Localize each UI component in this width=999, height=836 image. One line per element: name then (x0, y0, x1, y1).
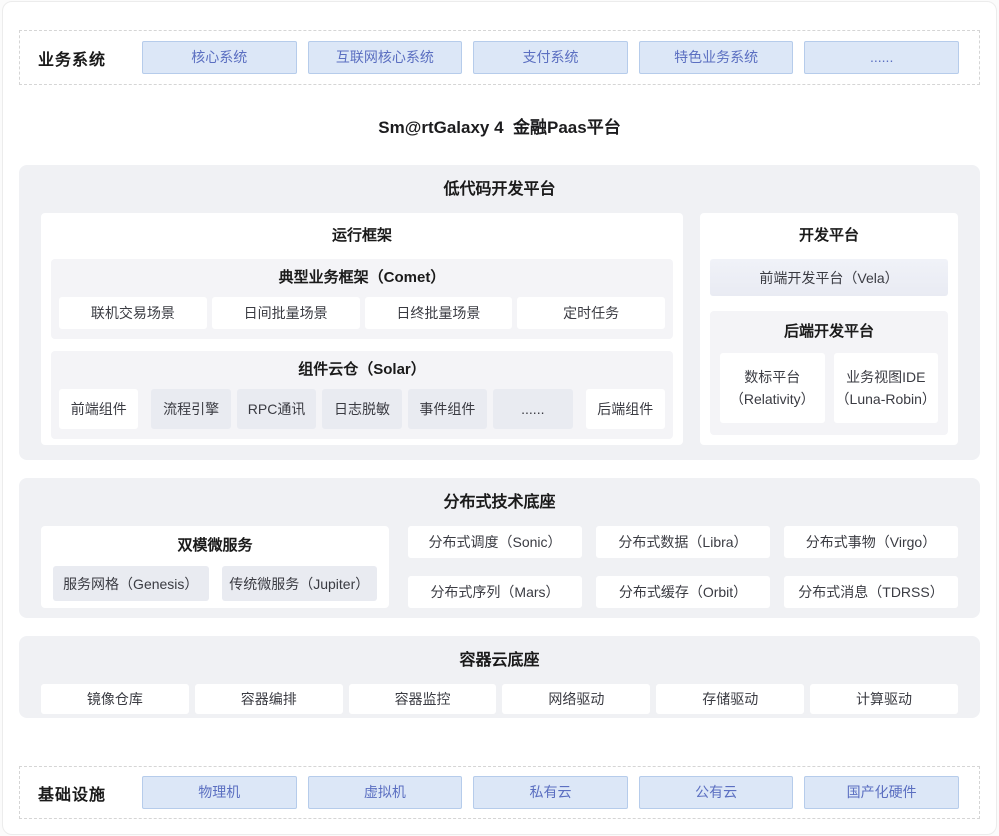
comet-framework-title: 典型业务框架（Comet） (59, 259, 665, 297)
low-code-platform-section: 低代码开发平台 运行框架 典型业务框架（Comet） 联机交易场景 日间批量场景… (19, 165, 980, 460)
btn-log-masking[interactable]: 日志脱敏 (322, 389, 401, 429)
btn-container-orchestration[interactable]: 容器编排 (195, 684, 343, 714)
btn-domestic-hardware[interactable]: 国产化硬件 (804, 776, 959, 809)
btn-distributed-sequence-mars[interactable]: 分布式序列（Mars） (408, 576, 582, 608)
btn-container-monitoring[interactable]: 容器监控 (349, 684, 497, 714)
btn-label-line2: （Luna-Robin） (836, 388, 936, 410)
btn-online-transaction-scene[interactable]: 联机交易场景 (59, 297, 207, 329)
btn-image-registry[interactable]: 镜像仓库 (41, 684, 189, 714)
btn-distributed-data-libra[interactable]: 分布式数据（Libra） (596, 526, 770, 558)
btn-more-systems[interactable]: ...... (804, 41, 959, 74)
distributed-base-section: 分布式技术底座 双模微服务 服务网格（Genesis） 传统微服务（Jupite… (19, 478, 980, 618)
btn-label-line1: 业务视图IDE (846, 366, 925, 388)
btn-label-line2: （Relativity） (730, 388, 815, 410)
dual-mode-microservice-panel: 双模微服务 服务网格（Genesis） 传统微服务（Jupiter） (41, 526, 389, 608)
btn-payment-system[interactable]: 支付系统 (473, 41, 628, 74)
backend-dev-platform-title: 后端开发平台 (720, 311, 938, 353)
btn-data-standard-platform-relativity[interactable]: 数标平台 （Relativity） (720, 353, 825, 423)
btn-process-engine[interactable]: 流程引擎 (151, 389, 230, 429)
btn-distributed-message-tdrss[interactable]: 分布式消息（TDRSS） (784, 576, 958, 608)
business-systems-bar: 业务系统 核心系统 互联网核心系统 支付系统 特色业务系统 ...... (19, 30, 980, 85)
btn-virtual-machine[interactable]: 虚拟机 (308, 776, 463, 809)
btn-backend-component[interactable]: 后端组件 (586, 389, 665, 429)
architecture-diagram-page: 业务系统 核心系统 互联网核心系统 支付系统 特色业务系统 ...... Sm@… (2, 1, 997, 835)
btn-traditional-microservice-jupiter[interactable]: 传统微服务（Jupiter） (222, 566, 378, 601)
btn-frontend-component[interactable]: 前端组件 (59, 389, 138, 429)
btn-internet-core-system[interactable]: 互联网核心系统 (308, 41, 463, 74)
btn-physical-machine[interactable]: 物理机 (142, 776, 297, 809)
infrastructure-buttons: 物理机 虚拟机 私有云 公有云 国产化硬件 (142, 776, 959, 809)
infrastructure-label: 基础设施 (38, 781, 142, 805)
low-code-platform-title: 低代码开发平台 (41, 177, 958, 203)
btn-endofday-batch-scene[interactable]: 日终批量场景 (365, 297, 513, 329)
infrastructure-bar: 基础设施 物理机 虚拟机 私有云 公有云 国产化硬件 (19, 766, 980, 819)
distributed-services-grid: 分布式调度（Sonic） 分布式数据（Libra） 分布式事物（Virgo） 分… (408, 526, 958, 608)
business-systems-buttons: 核心系统 互联网核心系统 支付系统 特色业务系统 ...... (142, 41, 959, 74)
btn-scheduled-task[interactable]: 定时任务 (517, 297, 665, 329)
btn-more-components[interactable]: ...... (493, 389, 572, 429)
runtime-framework-title: 运行框架 (51, 213, 673, 259)
btn-network-driver[interactable]: 网络驱动 (502, 684, 650, 714)
btn-public-cloud[interactable]: 公有云 (639, 776, 794, 809)
container-cloud-section: 容器云底座 镜像仓库 容器编排 容器监控 网络驱动 存储驱动 计算驱动 (19, 636, 980, 718)
distributed-base-title: 分布式技术底座 (41, 490, 958, 516)
dual-mode-microservice-title: 双模微服务 (53, 526, 377, 566)
btn-event-component[interactable]: 事件组件 (408, 389, 487, 429)
dev-platform-title: 开发平台 (710, 213, 948, 259)
btn-core-system[interactable]: 核心系统 (142, 41, 297, 74)
btn-compute-driver[interactable]: 计算驱动 (810, 684, 958, 714)
btn-label-line1: 数标平台 (744, 366, 800, 388)
solar-component-box: 组件云仓（Solar） 前端组件 流程引擎 RPC通讯 日志脱敏 事件组件 ..… (51, 351, 673, 439)
runtime-framework-panel: 运行框架 典型业务框架（Comet） 联机交易场景 日间批量场景 日终批量场景 … (41, 213, 683, 445)
page-title: Sm@rtGalaxy 4 金融Paas平台 (3, 85, 996, 165)
btn-storage-driver[interactable]: 存储驱动 (656, 684, 804, 714)
btn-intraday-batch-scene[interactable]: 日间批量场景 (212, 297, 360, 329)
btn-distributed-transaction-virgo[interactable]: 分布式事物（Virgo） (784, 526, 958, 558)
container-cloud-title: 容器云底座 (41, 648, 958, 674)
btn-distributed-cache-orbit[interactable]: 分布式缓存（Orbit） (596, 576, 770, 608)
business-systems-label: 业务系统 (38, 46, 142, 70)
comet-framework-box: 典型业务框架（Comet） 联机交易场景 日间批量场景 日终批量场景 定时任务 (51, 259, 673, 339)
dev-platform-panel: 开发平台 前端开发平台（Vela） 后端开发平台 数标平台 （Relativit… (700, 213, 958, 445)
solar-component-title: 组件云仓（Solar） (59, 351, 665, 389)
btn-frontend-dev-platform-vela[interactable]: 前端开发平台（Vela） (710, 259, 948, 296)
btn-service-mesh-genesis[interactable]: 服务网格（Genesis） (53, 566, 209, 601)
btn-business-view-ide-luna-robin[interactable]: 业务视图IDE （Luna-Robin） (834, 353, 939, 423)
btn-distributed-scheduling-sonic[interactable]: 分布式调度（Sonic） (408, 526, 582, 558)
backend-dev-platform-box: 后端开发平台 数标平台 （Relativity） 业务视图IDE （Luna-R… (710, 311, 948, 435)
btn-special-business-system[interactable]: 特色业务系统 (639, 41, 794, 74)
btn-private-cloud[interactable]: 私有云 (473, 776, 628, 809)
btn-rpc-communication[interactable]: RPC通讯 (237, 389, 316, 429)
